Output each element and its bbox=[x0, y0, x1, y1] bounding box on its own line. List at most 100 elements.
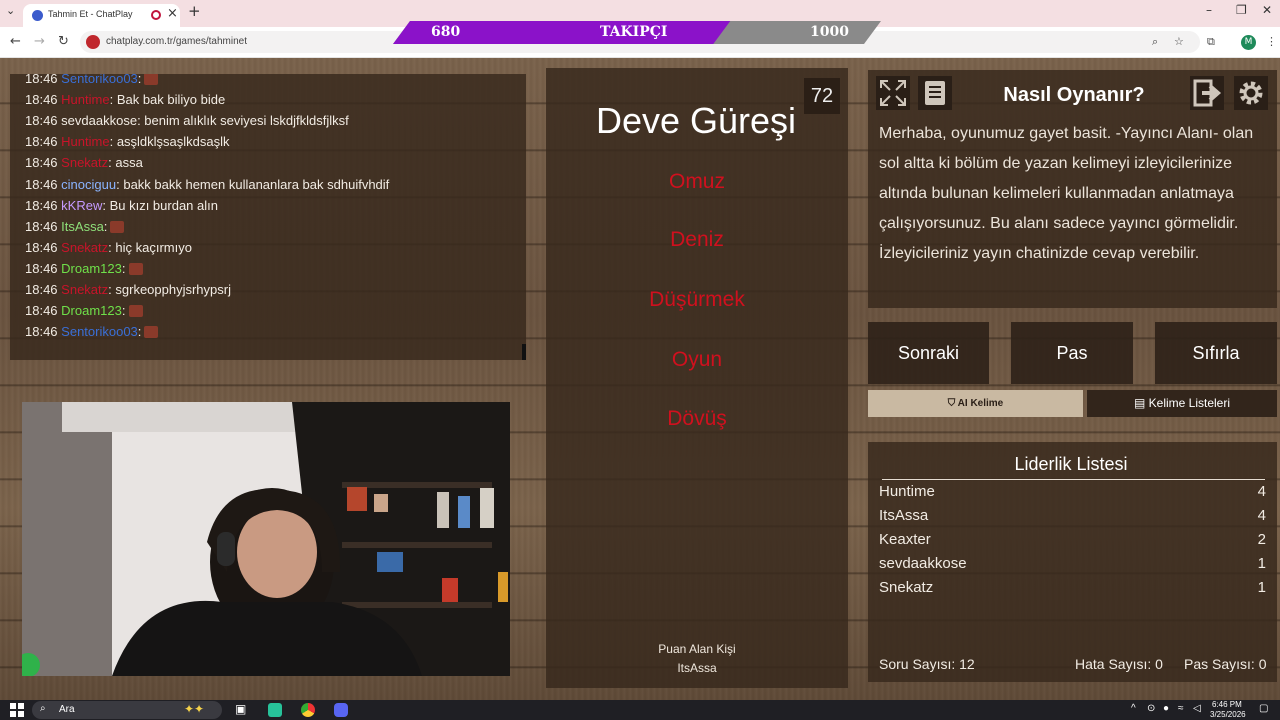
fullscreen-icon[interactable] bbox=[876, 76, 910, 110]
chat-username[interactable]: Snekatz bbox=[61, 155, 108, 170]
chat-text: : hiç kaçırmıyo bbox=[108, 239, 192, 255]
webcam-feed bbox=[22, 402, 510, 676]
chat-message: 18:46 kKRew: Bu kızı burdan alın bbox=[25, 198, 218, 213]
chrome-icon[interactable] bbox=[301, 703, 315, 717]
emote-icon bbox=[110, 220, 125, 233]
chat-message: 18:46 sevdaakkose: benim alıklık seviyes… bbox=[25, 113, 349, 128]
forward-icon[interactable]: → bbox=[34, 34, 45, 49]
word-lists-button[interactable]: ▤ Kelime Listeleri bbox=[1087, 390, 1277, 417]
document-icon[interactable] bbox=[918, 76, 952, 110]
reload-icon[interactable]: ↻ bbox=[58, 34, 69, 49]
task-view-icon[interactable]: ▣ bbox=[235, 702, 246, 716]
chat-message: 18:46 ItsAssa: bbox=[25, 218, 125, 234]
game-page: 18:46 Sentorikoo03: 18:46 Huntime: Bak ba… bbox=[0, 58, 1280, 700]
chat-username[interactable]: Huntime bbox=[61, 92, 109, 107]
leaderboard-name: Snekatz bbox=[879, 579, 934, 596]
logout-icon[interactable] bbox=[1190, 76, 1224, 110]
microphone-icon[interactable]: ● bbox=[1163, 703, 1169, 714]
chat-message: 18:46 Huntime: asşldklşsaşlkdsaşlk bbox=[25, 134, 230, 149]
tab-search-icon[interactable]: ⌄ bbox=[6, 4, 15, 17]
next-button[interactable]: Sonraki bbox=[868, 322, 989, 384]
question-count: Soru Sayısı: 12 bbox=[879, 656, 975, 672]
taskbar-search[interactable]: ⌕ Ara ✦✦ bbox=[32, 701, 222, 719]
windows-start-icon[interactable] bbox=[10, 703, 24, 717]
leaderboard-title: Liderlik Listesi bbox=[1014, 454, 1128, 474]
menu-icon[interactable]: ⋮ bbox=[1266, 35, 1277, 48]
chat-username[interactable]: Huntime bbox=[61, 134, 109, 149]
new-tab-button[interactable]: + bbox=[188, 2, 201, 20]
forbidden-word: Omuz bbox=[668, 170, 725, 193]
back-icon[interactable]: ← bbox=[10, 34, 21, 49]
chat-timestamp: 18:46 bbox=[25, 155, 58, 171]
pass-count: Pas Sayısı: 0 bbox=[1184, 656, 1267, 672]
emote-icon bbox=[144, 326, 159, 339]
clipboard-icon: ▤ bbox=[1133, 396, 1149, 410]
extensions-icon[interactable]: ⧉ bbox=[1207, 35, 1215, 49]
close-window-icon[interactable]: ✕ bbox=[1262, 3, 1272, 17]
target-word: Deve Güreşi bbox=[595, 100, 797, 141]
minimize-icon[interactable]: – bbox=[1206, 3, 1212, 17]
pass-button[interactable]: Pas bbox=[1011, 322, 1133, 384]
url-text[interactable]: chatplay.com.tr/games/tahminet bbox=[106, 36, 247, 47]
zoom-icon[interactable]: ⌕ bbox=[1152, 35, 1158, 49]
chat-username[interactable]: sevdaakkose bbox=[61, 113, 137, 128]
volume-icon[interactable]: ◁ bbox=[1193, 703, 1201, 714]
chat-text: : Bak bak biliyo bide bbox=[109, 92, 226, 108]
chat-text: : benim alıklık seviyesi lskdjfkldsfjlks… bbox=[137, 113, 349, 129]
chat-username[interactable]: Snekatz bbox=[61, 240, 108, 255]
how-to-play-title: Nasıl Oynanır? bbox=[1003, 84, 1145, 106]
close-tab-icon[interactable]: × bbox=[167, 6, 178, 21]
chat-username[interactable]: Droam123 bbox=[61, 303, 122, 318]
how-to-play-panel: Nasıl Oynanır? Merhaba, oyunumuz gayet b… bbox=[868, 70, 1277, 308]
chat-timestamp: 18:46 bbox=[25, 134, 58, 150]
clock-time[interactable]: 6:46 PM bbox=[1212, 700, 1242, 709]
scorer-name: ItsAssa bbox=[677, 661, 717, 675]
chat-timestamp: 18:46 bbox=[25, 113, 58, 129]
tray-chevron-icon[interactable]: ^ bbox=[1131, 703, 1136, 714]
chat-app-icon[interactable] bbox=[268, 703, 282, 717]
profile-avatar[interactable]: M bbox=[1241, 35, 1256, 50]
leaderboard-name: sevdaakkose bbox=[879, 555, 967, 572]
chat-username[interactable]: Droam123 bbox=[61, 261, 122, 276]
recording-icon bbox=[151, 10, 161, 20]
browser-tab[interactable]: Tahmin Et - ChatPlay × bbox=[23, 4, 180, 27]
chat-username[interactable]: Snekatz bbox=[61, 282, 108, 297]
chat-timestamp: 18:46 bbox=[25, 260, 58, 276]
leaderboard-row: Huntime 4 bbox=[879, 483, 1266, 505]
reset-button[interactable]: Sıfırla bbox=[1155, 322, 1277, 384]
chat-timestamp: 18:46 bbox=[25, 218, 58, 234]
chat-username[interactable]: cinociguu bbox=[61, 177, 116, 192]
tab-title: Tahmin Et - ChatPlay bbox=[48, 9, 133, 19]
forbidden-word: Dövüş bbox=[667, 407, 727, 430]
follower-current: 680 bbox=[431, 24, 461, 40]
leaderboard-name: ItsAssa bbox=[879, 507, 929, 524]
chat-username[interactable]: Sentorikoo03 bbox=[61, 74, 138, 86]
clock-date[interactable]: 3/25/2026 bbox=[1210, 710, 1246, 719]
wifi-icon[interactable]: ≈ bbox=[1178, 703, 1184, 714]
chat-message: 18:46 Snekatz: sgrkeopphyjsrhypsrj bbox=[25, 282, 231, 297]
leaderboard-score: 4 bbox=[1257, 483, 1266, 500]
leaderboard-row: Keaxter 2 bbox=[879, 531, 1266, 553]
tab-favicon-icon bbox=[32, 10, 43, 21]
location-icon[interactable]: ⊙ bbox=[1147, 703, 1155, 714]
chat-username[interactable]: Sentorikoo03 bbox=[61, 324, 138, 339]
chat-username[interactable]: kKRew bbox=[61, 198, 102, 213]
chat-text: : assa bbox=[108, 155, 143, 171]
chat-timestamp: 18:46 bbox=[25, 74, 58, 86]
leaderboard-row: sevdaakkose 1 bbox=[879, 555, 1266, 577]
error-count: Hata Sayısı: 0 bbox=[1075, 656, 1163, 672]
maximize-icon[interactable]: ❐ bbox=[1236, 3, 1247, 17]
chat-scrollbar[interactable] bbox=[522, 344, 526, 360]
ai-word-button[interactable]: ⛉ AI Kelime bbox=[868, 390, 1083, 417]
chat-username[interactable]: ItsAssa bbox=[61, 219, 104, 234]
settings-gear-icon[interactable] bbox=[1234, 76, 1268, 110]
chat-timestamp: 18:46 bbox=[25, 239, 58, 255]
site-info-icon[interactable] bbox=[86, 35, 100, 49]
chat-timestamp: 18:46 bbox=[25, 176, 58, 192]
emote-icon bbox=[128, 305, 143, 318]
notifications-icon[interactable]: ▢ bbox=[1259, 703, 1268, 714]
bookmark-star-icon[interactable]: ☆ bbox=[1174, 35, 1184, 48]
discord-icon[interactable] bbox=[334, 703, 348, 717]
follower-goal: 1000 bbox=[810, 24, 849, 40]
search-placeholder: Ara bbox=[59, 704, 75, 715]
